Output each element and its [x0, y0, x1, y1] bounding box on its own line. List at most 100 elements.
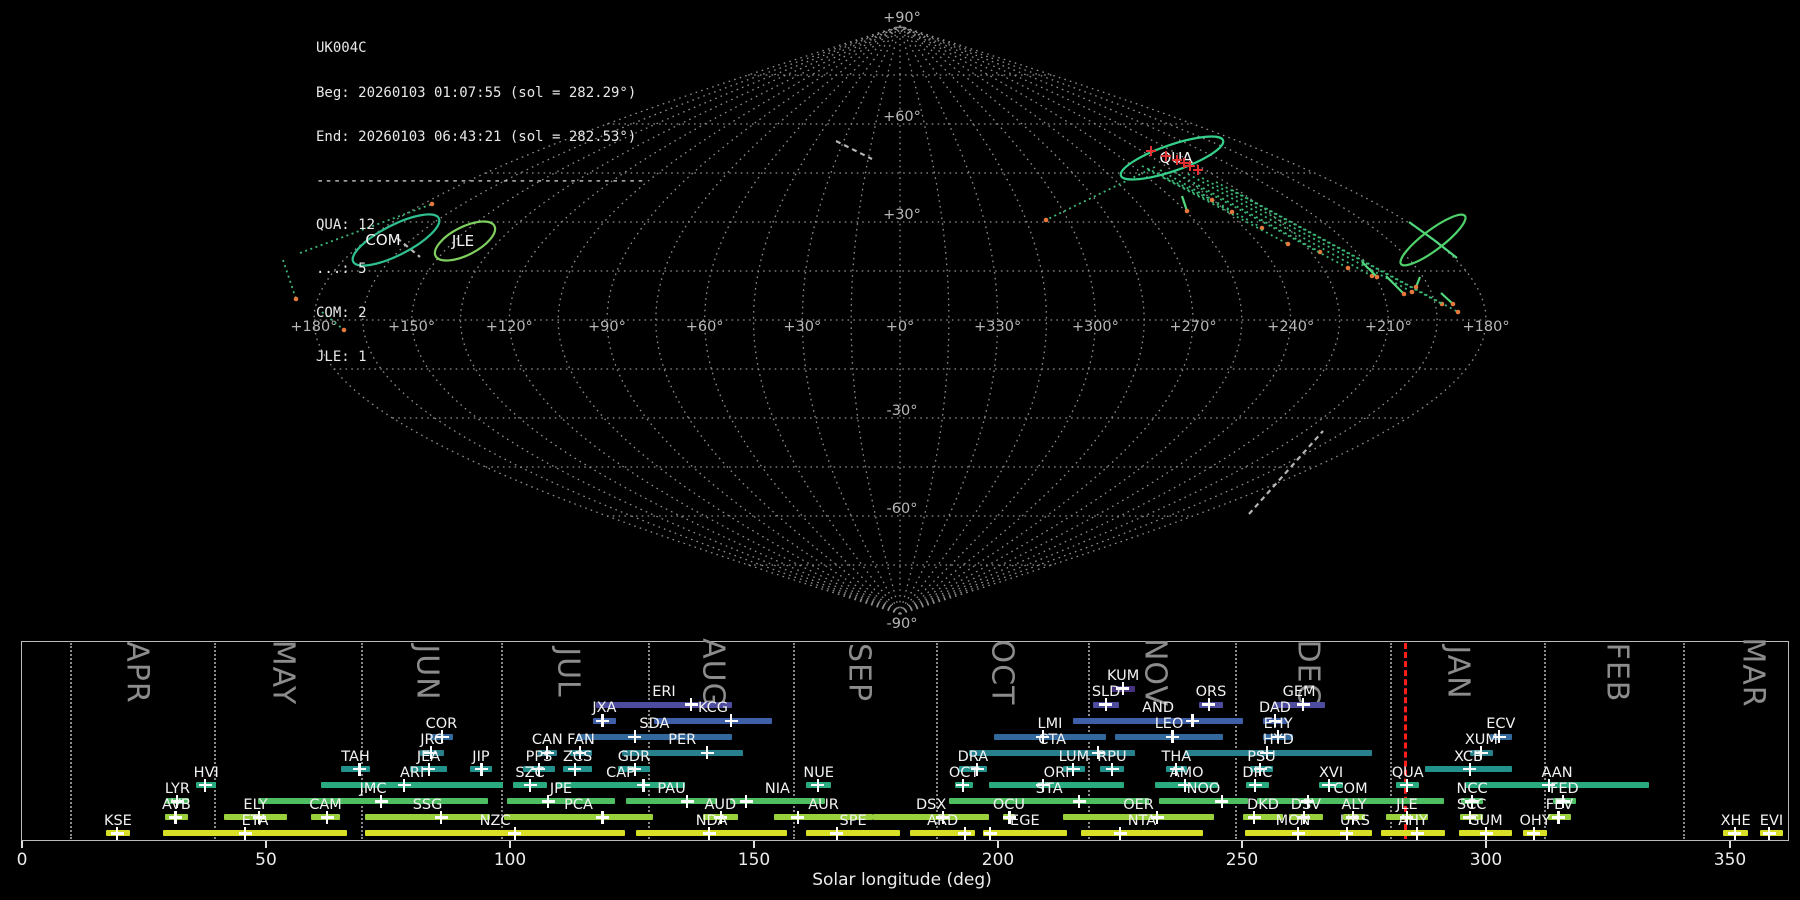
lon-label: +180°: [1463, 319, 1510, 335]
shower-peak-cross: [595, 810, 609, 824]
shower-bar: [258, 798, 489, 805]
shower-peak-cross: [1296, 698, 1310, 712]
shower-peak-cross: [1202, 698, 1216, 712]
shower-code-label: ERI: [652, 684, 676, 701]
month-label: FEB: [1599, 642, 1635, 703]
meteor-trail: [1385, 275, 1405, 295]
shower-peak-cross: [811, 778, 825, 792]
lon-label: +300°: [1072, 319, 1119, 335]
shower-peak-cross: [474, 762, 488, 776]
shower-peak-cross: [1099, 698, 1113, 712]
shower-bar: [806, 830, 900, 837]
count-jle: JLE: 1: [316, 349, 367, 366]
shower-peak-cross: [636, 778, 650, 792]
station-id: UK004C: [316, 40, 367, 57]
month-boundary-line: [1683, 643, 1686, 839]
x-axis-tick-label: 200: [981, 850, 1015, 870]
month-label: MAY: [265, 639, 301, 706]
shower-bar: [365, 830, 626, 837]
session-begin: Beg: 20260103 01:07:55 (sol = 282.29°): [316, 84, 637, 101]
shower-code-label: STA: [1035, 780, 1063, 797]
trail-end-dot: [1285, 241, 1291, 247]
shower-peak-cross: [1247, 810, 1261, 824]
x-axis-tick: [509, 841, 511, 848]
shower-peak-cross: [956, 778, 970, 792]
shower-bar: [365, 814, 490, 821]
shower-bar: [949, 798, 1150, 805]
meteor-trail: [1201, 177, 1413, 293]
radiant-plot-page: +180° +150° +120° +90° +60° +30° +0° +330° +300°…: [0, 0, 1800, 900]
shower-peak-cross: [374, 794, 388, 808]
shower-bar: [504, 814, 653, 821]
shower-peak-cross: [508, 826, 522, 840]
month-boundary-line: [69, 643, 72, 839]
x-axis-title: Solar longitude (deg): [812, 870, 992, 890]
trail-end-dot: [1209, 197, 1215, 203]
shower-code-label: PCA: [564, 796, 593, 813]
shower-peak-cross: [1185, 714, 1199, 728]
shower-code-label: SPE: [839, 812, 867, 829]
shower-peak-cross: [320, 810, 334, 824]
shower-peak-cross: [724, 714, 738, 728]
session-end: End: 20260103 06:43:21 (sol = 282.53°): [316, 128, 637, 145]
shower-bar: [507, 798, 615, 805]
shower-peak-cross: [1165, 730, 1179, 744]
lat-label: +90°: [883, 10, 921, 26]
month-label: APR: [119, 641, 155, 704]
meteor-trail: [282, 259, 297, 300]
x-axis-tick-label: 100: [493, 850, 527, 870]
shower-peak-cross: [1400, 778, 1414, 792]
month-label: MAR: [1735, 637, 1771, 708]
meteor-trail: [1231, 189, 1459, 313]
shower-peak-cross: [397, 778, 411, 792]
lat-label: +60°: [883, 109, 921, 125]
month-label: SEP: [841, 642, 877, 703]
shower-peak-cross: [568, 762, 582, 776]
shower-peak-cross: [830, 826, 844, 840]
shower-code-label: PER: [668, 732, 697, 749]
lon-label: +240°: [1267, 319, 1314, 335]
month-boundary-line: [213, 643, 216, 839]
shower-bar: [163, 830, 347, 837]
sporadic-trail: [835, 140, 873, 160]
shower-bar: [1080, 830, 1203, 837]
lat-label: -90°: [887, 616, 918, 632]
count-com: COM: 2: [316, 305, 367, 322]
shower-bar: [321, 782, 504, 789]
shower-code-label: CAP: [606, 764, 635, 781]
month-label: OCT: [984, 639, 1020, 706]
month-label: DEC: [1290, 639, 1326, 706]
shower-bar: [626, 798, 717, 805]
shower-peak-cross: [1340, 826, 1354, 840]
station-header: UK004C Beg: 20260103 01:07:55 (sol = 282…: [316, 12, 645, 394]
shower-code-label: OER: [1123, 796, 1154, 813]
shower-peak-cross: [110, 826, 124, 840]
shower-peak-cross: [168, 810, 182, 824]
month-boundary-line: [1235, 643, 1238, 839]
shower-code-label: EGE: [1010, 812, 1040, 829]
x-axis-tick: [753, 841, 755, 848]
shower-peak-cross: [1113, 826, 1127, 840]
shower-peak-cross: [1410, 826, 1424, 840]
x-axis-tick: [21, 841, 23, 848]
shower-peak-cross: [983, 826, 997, 840]
shower-peak-cross: [434, 810, 448, 824]
shower-peak-cross: [541, 794, 555, 808]
shower-code-label: NTA: [1127, 812, 1157, 829]
sky-map: +180° +150° +120° +90° +60° +30° +0° +330° +300°…: [282, 10, 1510, 632]
shower-peak-cross: [791, 810, 805, 824]
x-axis-tick-label: 350: [1713, 850, 1747, 870]
lon-label: +270°: [1170, 319, 1217, 335]
trail-end-dot: [1409, 289, 1415, 295]
trail-end-dot: [1345, 265, 1351, 271]
month-boundary-line: [1087, 643, 1090, 839]
shower-peak-cross: [422, 762, 436, 776]
x-axis-tick: [265, 841, 267, 848]
shower-bar: [576, 733, 733, 740]
lon-label: +210°: [1365, 319, 1412, 335]
count-sporadic: ...: 5: [316, 260, 367, 277]
shower-peak-cross: [1105, 762, 1119, 776]
grid-meridian: [899, 25, 1194, 615]
header-divider: ---------------------------------------: [316, 172, 645, 189]
month-label: JAN: [1440, 645, 1476, 700]
